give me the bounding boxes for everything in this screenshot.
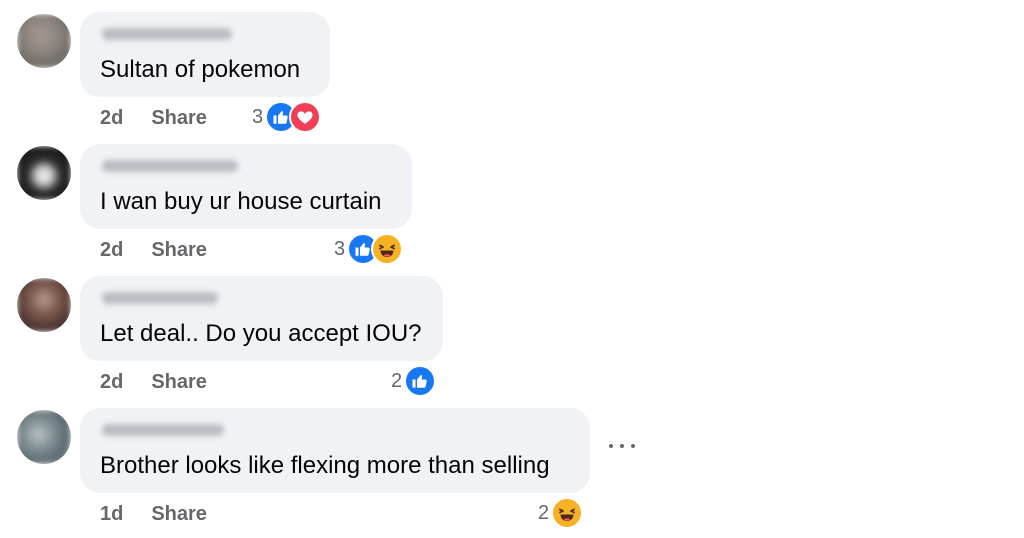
reaction-summary[interactable]: 3 — [252, 101, 322, 133]
comment-timestamp[interactable]: 2d — [100, 107, 123, 130]
like-icon — [404, 365, 437, 397]
comment-text: Sultan of pokemon — [100, 56, 301, 83]
more-options-icon[interactable] — [609, 436, 635, 456]
reaction-summary[interactable]: 2 — [538, 497, 584, 529]
comment-bubble: Let deal.. Do you accept IOU? — [80, 276, 443, 361]
comment-bubble: Sultan of pokemon — [80, 12, 330, 97]
reaction-count: 3 — [252, 105, 264, 128]
avatar[interactable] — [17, 146, 71, 200]
reaction-count: 2 — [538, 501, 550, 524]
dot — [620, 444, 624, 448]
author-name-redacted[interactable] — [102, 28, 232, 40]
comment-timestamp[interactable]: 1d — [100, 503, 123, 526]
comment-text: I wan buy ur house curtain — [100, 188, 382, 215]
comment-bubble: Brother looks like flexing more than sel… — [80, 408, 590, 493]
author-name-redacted[interactable] — [102, 292, 218, 304]
comment-timestamp[interactable]: 2d — [100, 239, 123, 262]
dot — [631, 444, 635, 448]
author-name-redacted[interactable] — [102, 160, 238, 172]
share-button[interactable]: Share — [151, 107, 207, 130]
reaction-summary[interactable]: 3 — [334, 233, 404, 265]
comment-timestamp[interactable]: 2d — [100, 371, 123, 394]
comment-bubble: I wan buy ur house curtain — [80, 144, 412, 229]
comment-text: Brother looks like flexing more than sel… — [100, 452, 550, 479]
avatar[interactable] — [17, 278, 71, 332]
share-button[interactable]: Share — [151, 239, 207, 262]
haha-icon — [551, 497, 584, 529]
share-button[interactable]: Share — [151, 503, 207, 526]
reaction-count: 3 — [334, 237, 346, 260]
dot — [609, 444, 613, 448]
share-button[interactable]: Share — [151, 371, 207, 394]
comment-actions: 2d Share — [100, 238, 207, 262]
haha-icon — [371, 233, 404, 265]
comment-actions: 2d Share — [100, 106, 207, 130]
comment-text: Let deal.. Do you accept IOU? — [100, 320, 422, 347]
avatar[interactable] — [17, 410, 71, 464]
author-name-redacted[interactable] — [102, 424, 224, 436]
comment-actions: 2d Share — [100, 370, 207, 394]
avatar[interactable] — [17, 14, 71, 68]
reaction-summary[interactable]: 2 — [391, 365, 437, 397]
reaction-count: 2 — [391, 369, 403, 392]
comment-actions: 1d Share — [100, 502, 207, 526]
love-icon — [289, 101, 322, 133]
